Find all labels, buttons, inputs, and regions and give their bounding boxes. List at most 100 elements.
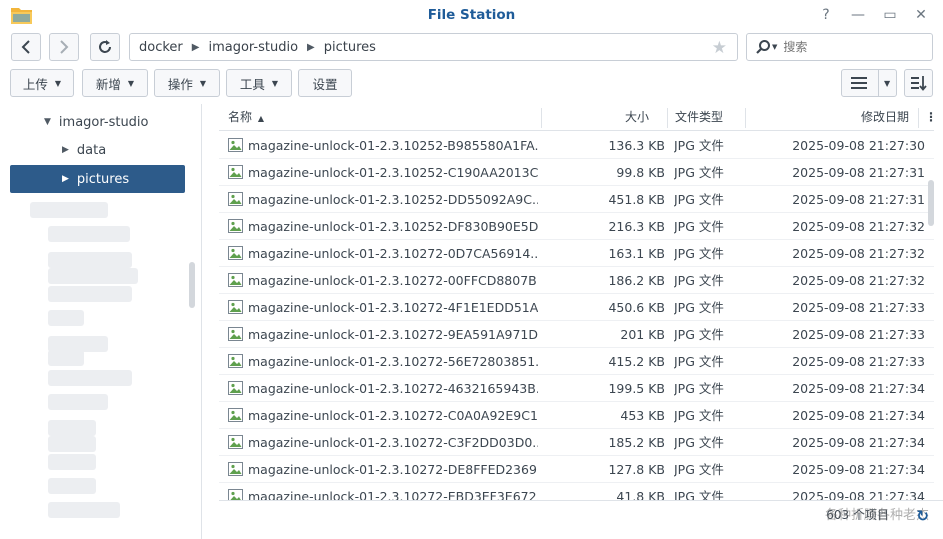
collapsed-arrow-icon[interactable]: ▶ bbox=[62, 174, 69, 184]
file-row[interactable]: magazine-unlock-01-2.3.10272-0D7CA56914.… bbox=[219, 240, 934, 267]
column-header-type[interactable]: 文件类型 bbox=[675, 104, 723, 131]
file-row[interactable]: magazine-unlock-01-2.3.10252-DD55092A9C.… bbox=[219, 186, 934, 213]
column-header-size[interactable]: 大小 bbox=[625, 104, 649, 131]
image-file-icon bbox=[228, 381, 243, 395]
blurred-tree-item bbox=[48, 478, 96, 494]
help-icon[interactable]: ? bbox=[817, 6, 835, 24]
file-modified: 2025-09-08 21:27:34 bbox=[792, 381, 925, 396]
file-type: JPG 文件 bbox=[674, 354, 724, 369]
file-size: 127.8 KB bbox=[608, 462, 665, 477]
file-type: JPG 文件 bbox=[674, 300, 724, 315]
sidebar-scrollbar[interactable] bbox=[189, 262, 195, 308]
back-button[interactable] bbox=[11, 33, 41, 61]
image-file-icon bbox=[228, 435, 243, 449]
image-file-icon bbox=[228, 273, 243, 287]
file-name: magazine-unlock-01-2.3.10272-4F1E1EDD51A… bbox=[248, 300, 538, 315]
file-type: JPG 文件 bbox=[674, 327, 724, 342]
file-name: magazine-unlock-01-2.3.10272-56E72803851… bbox=[248, 354, 538, 369]
path-segment-docker[interactable]: docker bbox=[139, 40, 183, 55]
file-name: magazine-unlock-01-2.3.10252-B985580A1FA… bbox=[248, 138, 538, 153]
blurred-tree-item bbox=[48, 252, 132, 268]
file-size: 201 KB bbox=[620, 327, 665, 342]
column-options-icon[interactable]: ⋮ bbox=[925, 104, 934, 131]
blurred-tree-item bbox=[48, 436, 96, 452]
action-button[interactable]: 操作 ▼ bbox=[154, 69, 220, 97]
file-list-scrollbar[interactable] bbox=[928, 180, 934, 226]
search-icon bbox=[756, 40, 770, 54]
settings-button[interactable]: 设置 bbox=[298, 69, 352, 97]
sort-ascending-icon: ▲ bbox=[257, 114, 264, 123]
star-icon[interactable]: ★ bbox=[712, 38, 727, 58]
file-type: JPG 文件 bbox=[674, 165, 724, 180]
path-segment-pictures[interactable]: pictures bbox=[324, 40, 376, 55]
file-type: JPG 文件 bbox=[674, 219, 724, 234]
folder-tree: ▼ imagor-studio ▶ data ▶ pictures bbox=[0, 104, 202, 539]
file-name: magazine-unlock-01-2.3.10252-DD55092A9C.… bbox=[248, 192, 538, 207]
file-size: 415.2 KB bbox=[608, 354, 665, 369]
blurred-tree-item bbox=[30, 202, 108, 218]
create-button[interactable]: 新增 ▼ bbox=[82, 69, 148, 97]
path-bar[interactable]: docker ▶ imagor-studio ▶ pictures ★ bbox=[129, 33, 738, 61]
search-input[interactable] bbox=[783, 40, 904, 54]
forward-button[interactable] bbox=[49, 33, 79, 61]
file-type: JPG 文件 bbox=[674, 435, 724, 450]
refresh-button[interactable] bbox=[90, 33, 120, 61]
close-icon[interactable]: ✕ bbox=[912, 6, 930, 24]
tree-item-pictures[interactable]: ▶ pictures bbox=[10, 165, 185, 193]
file-size: 216.3 KB bbox=[608, 219, 665, 234]
upload-button[interactable]: 上传 ▼ bbox=[10, 69, 74, 97]
file-modified: 2025-09-08 21:27:34 bbox=[792, 435, 925, 450]
file-row[interactable]: magazine-unlock-01-2.3.10272-00FFCD8807B… bbox=[219, 267, 934, 294]
path-segment-imagor-studio[interactable]: imagor-studio bbox=[208, 40, 298, 55]
file-name: magazine-unlock-01-2.3.10272-C3F2DD03D0.… bbox=[248, 435, 538, 450]
file-name: magazine-unlock-01-2.3.10272-0D7CA56914.… bbox=[248, 246, 538, 261]
tree-item-data[interactable]: ▶ data bbox=[62, 137, 182, 163]
collapsed-arrow-icon[interactable]: ▶ bbox=[62, 145, 69, 155]
file-size: 41.8 KB bbox=[616, 489, 665, 500]
file-row[interactable]: magazine-unlock-01-2.3.10252-B985580A1FA… bbox=[219, 132, 934, 159]
file-row[interactable]: magazine-unlock-01-2.3.10272-4F1E1EDD51A… bbox=[219, 294, 934, 321]
blurred-tree-item bbox=[48, 370, 132, 386]
maximize-icon[interactable]: ▭ bbox=[881, 6, 899, 24]
image-file-icon bbox=[228, 327, 243, 341]
file-row[interactable]: magazine-unlock-01-2.3.10272-56E72803851… bbox=[219, 348, 934, 375]
search-box[interactable]: ▼ bbox=[746, 33, 933, 61]
sort-button[interactable] bbox=[904, 69, 933, 97]
title-bar: File Station ? — ▭ ✕ bbox=[0, 0, 943, 30]
image-file-icon bbox=[228, 246, 243, 260]
caret-down-icon[interactable]: ▼ bbox=[884, 79, 890, 88]
image-file-icon bbox=[228, 408, 243, 422]
file-row[interactable]: magazine-unlock-01-2.3.10252-DF830B90E5D… bbox=[219, 213, 934, 240]
column-header-name[interactable]: 名称 ▲ bbox=[228, 104, 264, 131]
file-modified: 2025-09-08 21:27:32 bbox=[792, 273, 925, 288]
file-row[interactable]: magazine-unlock-01-2.3.10272-9EA591A971D… bbox=[219, 321, 934, 348]
minimize-icon[interactable]: — bbox=[849, 6, 867, 24]
tools-label: 工具 bbox=[239, 76, 265, 92]
refresh-icon[interactable]: ↻ bbox=[916, 507, 929, 525]
file-row[interactable]: magazine-unlock-01-2.3.10252-C190AA2013C… bbox=[219, 159, 934, 186]
file-size: 163.1 KB bbox=[608, 246, 665, 261]
path-separator-icon: ▶ bbox=[307, 41, 315, 53]
file-row[interactable]: magazine-unlock-01-2.3.10272-EBD3EF3E672… bbox=[219, 483, 934, 500]
file-row[interactable]: magazine-unlock-01-2.3.10272-C3F2DD03D0.… bbox=[219, 429, 934, 456]
file-modified: 2025-09-08 21:27:31 bbox=[792, 192, 925, 207]
file-name: magazine-unlock-01-2.3.10272-EBD3EF3E672… bbox=[248, 489, 538, 500]
file-type: JPG 文件 bbox=[674, 462, 724, 477]
file-row[interactable]: magazine-unlock-01-2.3.10272-4632165943B… bbox=[219, 375, 934, 402]
file-name: magazine-unlock-01-2.3.10272-9EA591A971D… bbox=[248, 327, 538, 342]
file-size: 450.6 KB bbox=[608, 300, 665, 315]
file-row[interactable]: magazine-unlock-01-2.3.10272-C0A0A92E9C1… bbox=[219, 402, 934, 429]
search-dropdown-icon[interactable]: ▼ bbox=[772, 43, 777, 51]
file-size: 199.5 KB bbox=[608, 381, 665, 396]
file-size: 185.2 KB bbox=[608, 435, 665, 450]
expanded-arrow-icon[interactable]: ▼ bbox=[44, 117, 51, 127]
file-row[interactable]: magazine-unlock-01-2.3.10272-DE8FFED2369… bbox=[219, 456, 934, 483]
list-view-icon bbox=[851, 77, 867, 89]
image-file-icon bbox=[228, 138, 243, 152]
view-mode-button[interactable]: ▼ bbox=[841, 69, 897, 97]
column-header-modified[interactable]: 修改日期 bbox=[861, 104, 909, 131]
caret-down-icon: ▼ bbox=[127, 78, 135, 88]
tree-item-imagor-studio[interactable]: ▼ imagor-studio bbox=[44, 109, 194, 135]
tools-button[interactable]: 工具 ▼ bbox=[226, 69, 292, 97]
file-modified: 2025-09-08 21:27:30 bbox=[792, 138, 925, 153]
